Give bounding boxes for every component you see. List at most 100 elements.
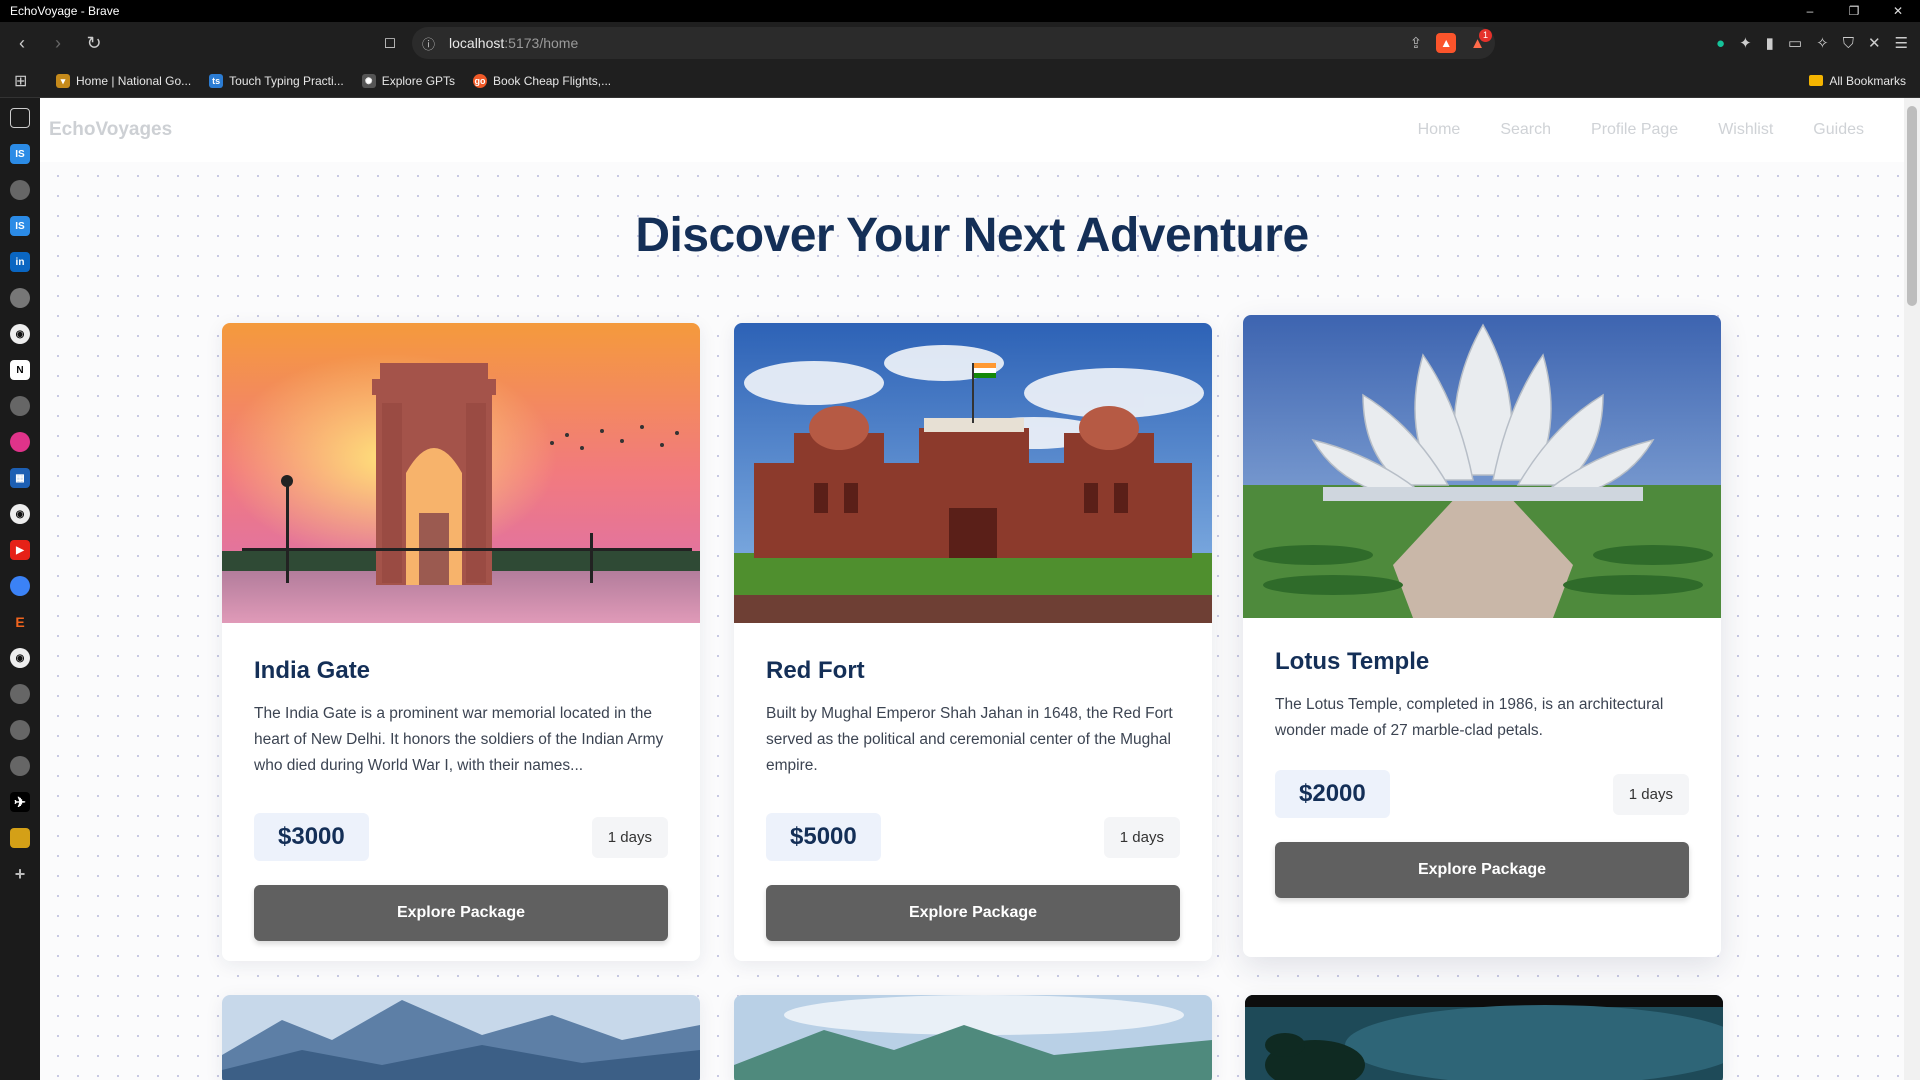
openai-sidebar-icon[interactable] bbox=[10, 288, 30, 308]
package-card[interactable] bbox=[222, 995, 700, 1080]
card-body: Lotus Temple The Lotus Temple, completed… bbox=[1243, 618, 1721, 898]
apps-grid-icon[interactable]: ⊞ bbox=[14, 71, 38, 91]
duration-badge: 1 days bbox=[591, 816, 668, 858]
page-viewport: EchoVoyages Home Search Profile Page Wis… bbox=[40, 98, 1904, 1080]
share-icon[interactable]: ⇪ bbox=[1410, 34, 1423, 52]
is-app-icon-2[interactable]: IS bbox=[10, 216, 30, 236]
brave-rewards-icon[interactable]: ▲ 1 bbox=[1470, 28, 1492, 52]
india-gate-photo[interactable] bbox=[222, 323, 700, 623]
address-bar[interactable]: ⓘ localhost:5173/home ⇪ ▲ ▲ 1 bbox=[412, 27, 1495, 59]
scrollbar-thumb[interactable] bbox=[1907, 106, 1917, 306]
bookmark-item[interactable]: ▾ Home | National Go... bbox=[56, 73, 191, 88]
all-bookmarks-button[interactable]: All Bookmarks bbox=[1809, 74, 1906, 88]
card-meta: $3000 1 days bbox=[254, 813, 668, 861]
window-controls: – ❐ ✕ bbox=[1788, 0, 1920, 22]
duration-badge: 1 days bbox=[1612, 773, 1689, 815]
nav-guides[interactable]: Guides bbox=[1813, 121, 1864, 139]
nav-search[interactable]: Search bbox=[1500, 121, 1551, 139]
shield-app-icon[interactable] bbox=[10, 828, 30, 848]
globe-icon-5[interactable] bbox=[10, 756, 30, 776]
sidebar-panel-icon[interactable] bbox=[10, 108, 30, 128]
notion-icon[interactable]: N bbox=[10, 360, 30, 380]
leo-ai-icon[interactable]: ✧ bbox=[1816, 34, 1829, 52]
is-app-icon[interactable]: IS bbox=[10, 144, 30, 164]
window-title: EchoVoyage - Brave bbox=[10, 4, 120, 18]
page-title: Discover Your Next Adventure bbox=[635, 209, 1309, 262]
card-description: The Lotus Temple, completed in 1986, is … bbox=[1275, 696, 1664, 739]
add-panel-icon[interactable]: + bbox=[10, 864, 30, 884]
explore-package-button[interactable]: Explore Package bbox=[254, 885, 668, 941]
price-badge: $5000 bbox=[766, 813, 881, 861]
lotus-temple-image bbox=[1243, 315, 1721, 618]
tool-extension-icon[interactable]: ✕ bbox=[1868, 34, 1881, 52]
flights-icon[interactable]: ✈ bbox=[10, 792, 30, 812]
vpn-icon[interactable]: ⛉ bbox=[1843, 35, 1854, 52]
etsy-icon[interactable]: E bbox=[10, 612, 30, 632]
package-card: Lotus Temple The Lotus Temple, completed… bbox=[1243, 315, 1721, 957]
brand-logo[interactable]: EchoVoyages bbox=[49, 119, 172, 141]
package-card[interactable] bbox=[1245, 995, 1723, 1080]
mountain-photo bbox=[222, 995, 700, 1080]
card-body: Red Fort Built by Mughal Emperor Shah Ja… bbox=[734, 623, 1212, 941]
package-card[interactable] bbox=[734, 995, 1212, 1080]
card-meta: $5000 1 days bbox=[766, 813, 1180, 861]
package-card: India Gate The India Gate is a prominent… bbox=[222, 323, 700, 961]
card-meta: $2000 1 days bbox=[1275, 770, 1689, 818]
site-info-icon[interactable]: ⓘ bbox=[422, 34, 435, 53]
globe-icon-3[interactable] bbox=[10, 684, 30, 704]
trophy-icon: ▾ bbox=[56, 73, 70, 88]
brave-shields-icon[interactable]: ▲ bbox=[1436, 33, 1457, 53]
blue-app-icon[interactable] bbox=[10, 576, 30, 596]
github-icon-3[interactable]: ◉ bbox=[10, 648, 30, 668]
menu-icon[interactable]: ☰ bbox=[1895, 34, 1908, 52]
openai-icon: ✺ bbox=[361, 73, 376, 88]
forward-icon[interactable]: › bbox=[44, 29, 72, 57]
youtube-icon[interactable]: ▶ bbox=[10, 540, 30, 560]
grammarly-icon[interactable]: ● bbox=[1716, 35, 1725, 52]
globe-icon[interactable] bbox=[10, 180, 30, 200]
linkedin-icon[interactable]: in bbox=[10, 252, 30, 272]
duration-badge: 1 days bbox=[1103, 816, 1180, 858]
window-title-bar: EchoVoyage - Brave – ❐ ✕ bbox=[0, 0, 1920, 22]
nav-wishlist[interactable]: Wishlist bbox=[1718, 121, 1773, 139]
ieee-icon[interactable]: ▦ bbox=[10, 468, 30, 488]
github-icon[interactable]: ◉ bbox=[10, 324, 30, 344]
red-fort-image bbox=[734, 323, 1212, 623]
alert-count-badge: 1 bbox=[1479, 28, 1492, 42]
app-navbar: EchoVoyages Home Search Profile Page Wis… bbox=[40, 98, 1904, 162]
minimize-button[interactable]: – bbox=[1788, 0, 1832, 22]
india-gate-image bbox=[222, 323, 700, 623]
globe-icon-2[interactable] bbox=[10, 396, 30, 416]
sidebar-toggle-icon[interactable]: ▮ bbox=[1766, 34, 1774, 52]
folder-icon bbox=[1809, 75, 1824, 86]
page-scrollbar[interactable] bbox=[1904, 98, 1920, 1080]
price-badge: $3000 bbox=[254, 813, 369, 861]
package-card: Red Fort Built by Mughal Emperor Shah Ja… bbox=[734, 323, 1212, 961]
bookmark-item[interactable]: ts Touch Typing Practi... bbox=[209, 73, 344, 88]
red-fort-photo[interactable] bbox=[734, 323, 1212, 623]
nav-profile[interactable]: Profile Page bbox=[1591, 121, 1678, 139]
url-text[interactable]: localhost:5173/home bbox=[449, 35, 578, 51]
bookmark-item[interactable]: ✺ Explore GPTs bbox=[361, 73, 455, 88]
pink-app-icon[interactable] bbox=[10, 432, 30, 452]
globe-icon-4[interactable] bbox=[10, 720, 30, 740]
bookmark-page-icon[interactable]: ◻ bbox=[376, 29, 404, 57]
reload-icon[interactable]: ↻ bbox=[80, 29, 108, 57]
close-window-button[interactable]: ✕ bbox=[1876, 0, 1920, 22]
explore-package-button[interactable]: Explore Package bbox=[1275, 842, 1689, 898]
hills-photo bbox=[734, 995, 1212, 1080]
back-icon[interactable]: ‹ bbox=[8, 29, 36, 57]
bookmark-item[interactable]: go Book Cheap Flights,... bbox=[473, 73, 611, 88]
card-title: Lotus Temple bbox=[1275, 648, 1430, 675]
extensions-icon[interactable]: ✦ bbox=[1739, 34, 1752, 52]
browser-sidebar: IS IS in ◉ N ▦ ◉ ▶ E ◉ ✈ + bbox=[0, 98, 40, 1080]
explore-package-button[interactable]: Explore Package bbox=[766, 885, 1180, 941]
restore-button[interactable]: ❐ bbox=[1832, 0, 1876, 22]
browser-toolbar: ‹ › ↻ ◻ ⓘ localhost:5173/home ⇪ ▲ ▲ 1 ● ✦… bbox=[0, 22, 1920, 64]
nav-home[interactable]: Home bbox=[1418, 121, 1461, 139]
card-title: India Gate bbox=[254, 657, 371, 684]
wallet-icon[interactable]: ▭ bbox=[1788, 34, 1802, 52]
lotus-temple-photo[interactable] bbox=[1243, 315, 1721, 618]
github-icon-2[interactable]: ◉ bbox=[10, 504, 30, 524]
ts-icon: ts bbox=[209, 73, 224, 88]
